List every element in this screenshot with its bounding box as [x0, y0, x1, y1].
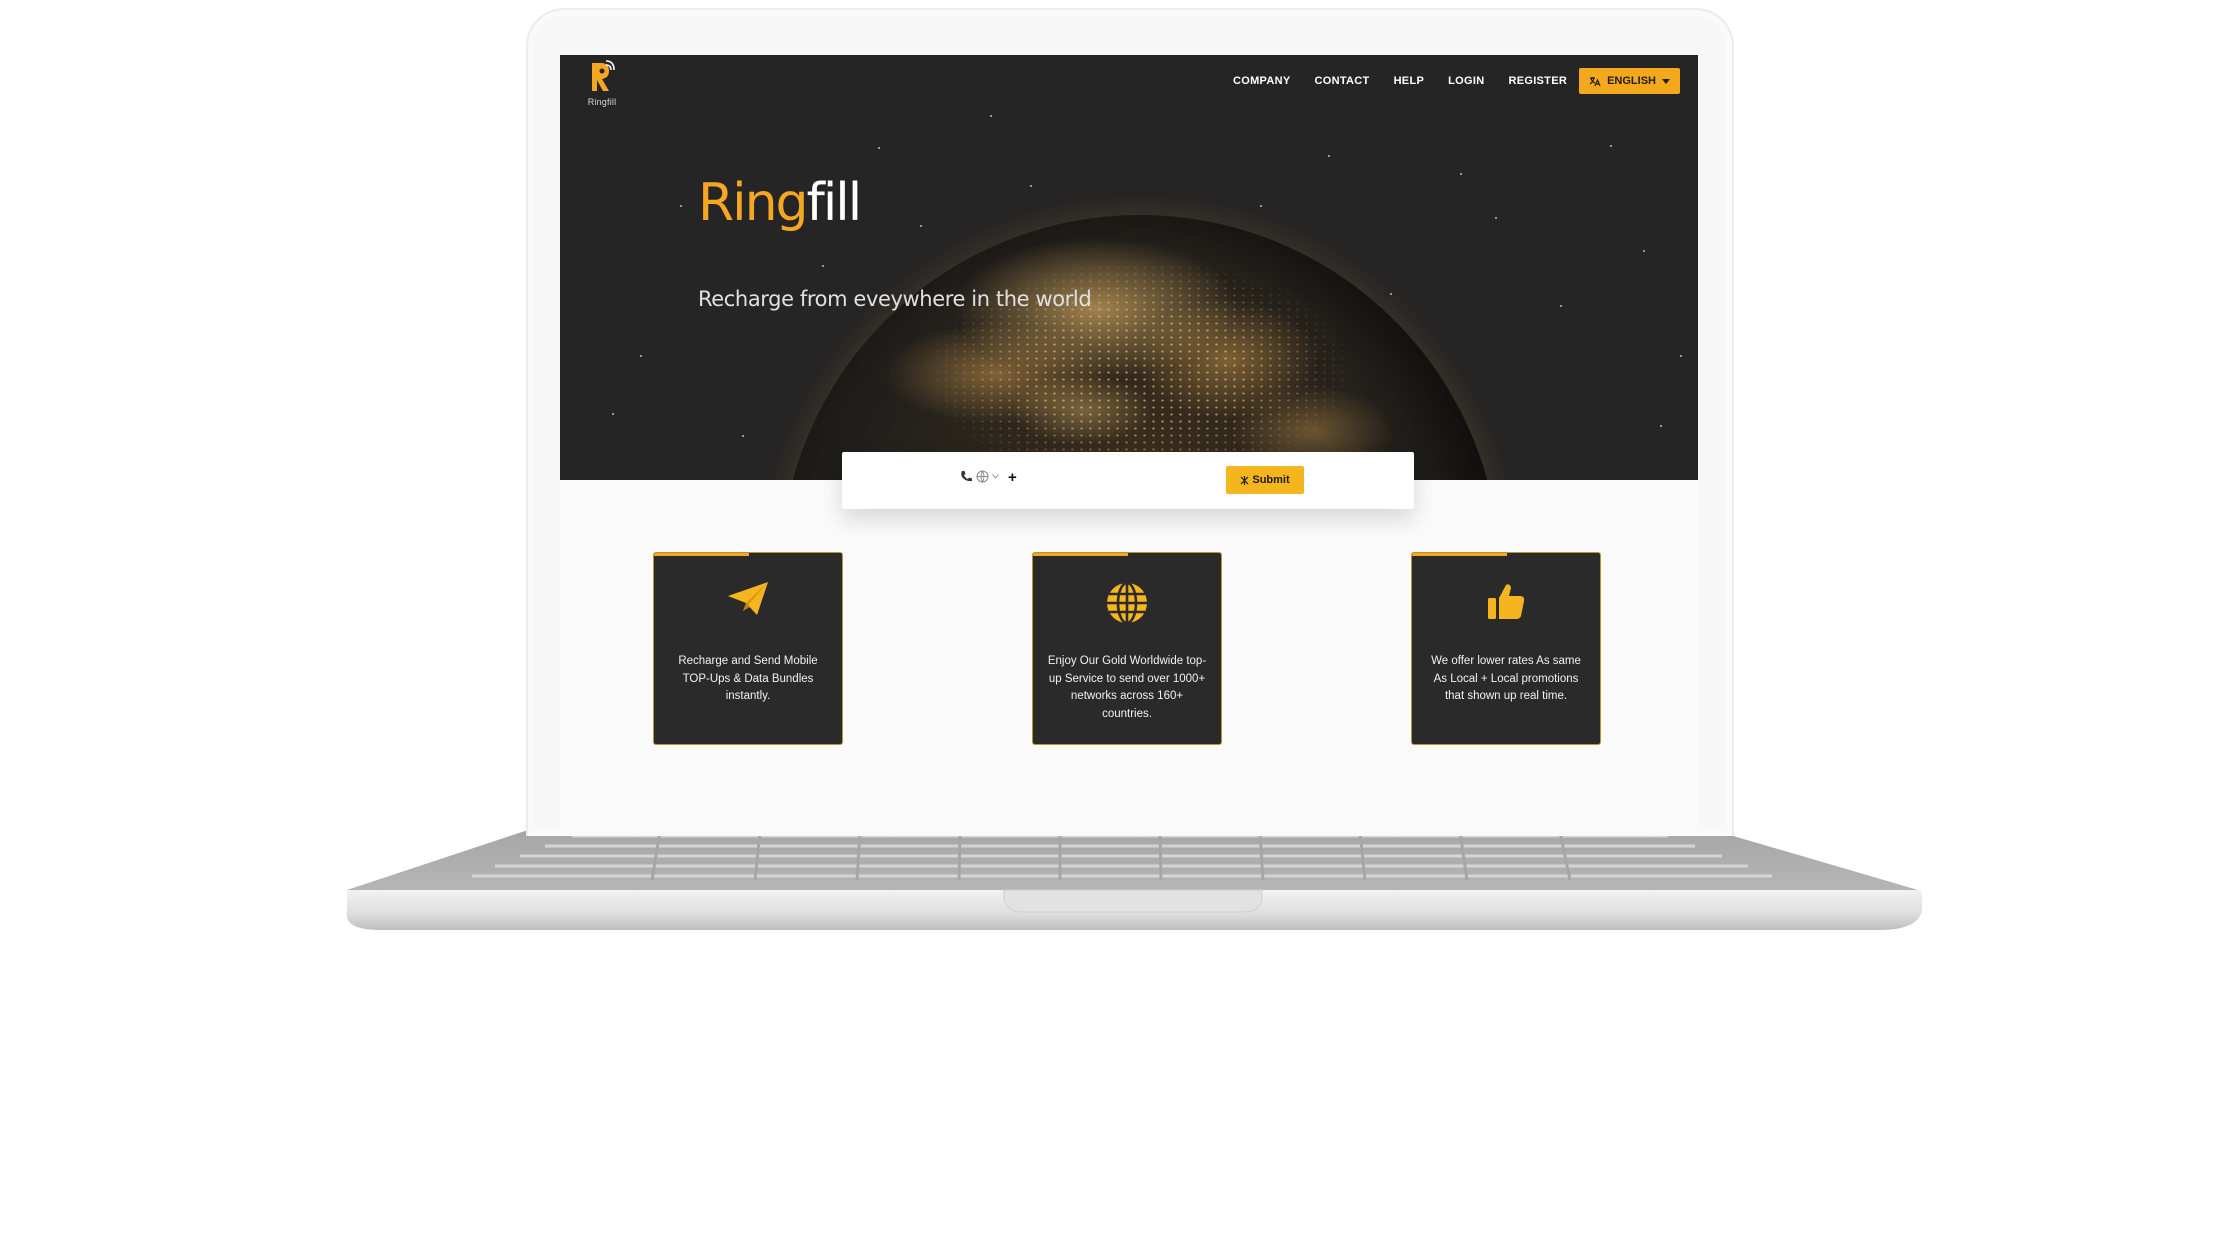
translate-icon [1589, 76, 1601, 86]
brand-fill: fill [806, 173, 863, 233]
nav-help[interactable]: HELP [1394, 75, 1425, 87]
feature-text-topups: Recharge and Send Mobile TOP-Ups & Data … [678, 655, 818, 702]
globe-icon [1107, 581, 1147, 625]
globe-flag-icon [976, 470, 989, 483]
paper-plane-icon [728, 582, 768, 615]
phone-icon [961, 471, 972, 482]
top-nav: COMPANY CONTACT HELP LOGIN REGISTER ENGL… [1209, 68, 1680, 94]
nav-register[interactable]: REGISTER [1508, 75, 1567, 87]
laptop-mockup: Ringfill COMPANY CONTACT HELP LOGIN REGI… [0, 0, 2240, 1250]
thumbs-up-icon [1488, 584, 1525, 619]
phone-search-card: + Submit [842, 452, 1414, 509]
ringfill-logo[interactable]: Ringfill [584, 59, 620, 109]
hero-section: Ringfill COMPANY CONTACT HELP LOGIN REGI… [560, 55, 1698, 480]
submit-label: Submit [1252, 474, 1290, 486]
logo-mark-icon [592, 60, 615, 91]
brand-ring: Ring [698, 173, 809, 233]
language-selector[interactable]: ENGLISH [1579, 68, 1680, 94]
caret-down-icon [1662, 78, 1670, 84]
feature-card-topups: Recharge and Send Mobile TOP-Ups & Data … [653, 552, 843, 745]
feature-card-rates: We offer lower rates As same As Local + … [1411, 552, 1601, 745]
feature-text-worldwide: Enjoy Our Gold Worldwide top-up Service … [1047, 655, 1207, 720]
chevron-down-icon [992, 474, 999, 479]
language-label: ENGLISH [1607, 75, 1656, 87]
submit-button[interactable]: Submit [1226, 466, 1304, 494]
hero-brand-title: Ringfill [698, 173, 863, 233]
hero-tagline: Recharge from eveywhere in the world [698, 287, 1092, 311]
nav-company[interactable]: COMPANY [1233, 75, 1291, 87]
nav-contact[interactable]: CONTACT [1315, 75, 1370, 87]
feature-text-rates: We offer lower rates As same As Local + … [1431, 655, 1581, 702]
country-selector[interactable] [960, 470, 999, 483]
website-screen: Ringfill COMPANY CONTACT HELP LOGIN REGI… [560, 55, 1698, 836]
nav-login[interactable]: LOGIN [1448, 75, 1484, 87]
logo-text: Ringfill [587, 97, 617, 107]
dial-code-prefix: + [1008, 469, 1017, 486]
submit-icon [1240, 475, 1249, 485]
feature-card-worldwide: Enjoy Our Gold Worldwide top-up Service … [1032, 552, 1222, 745]
